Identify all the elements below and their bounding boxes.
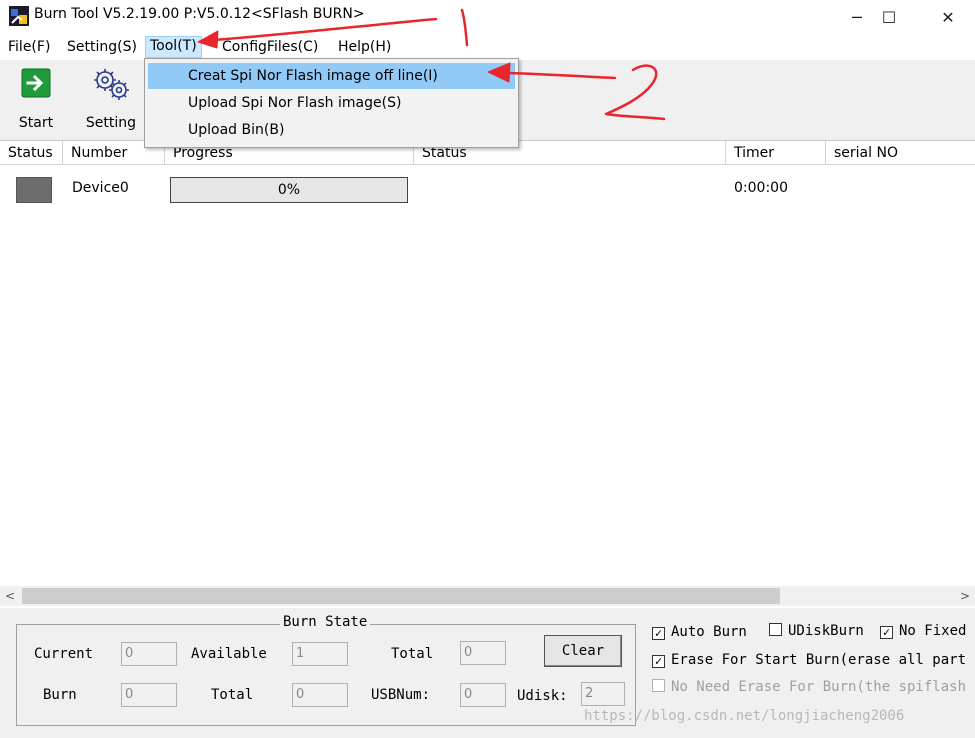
scroll-left-icon[interactable]: < [0, 586, 20, 606]
burn-state-group [16, 624, 636, 726]
menu-bar: File(F) Setting(S) Tool(T) ConfigFiles(C… [0, 34, 975, 60]
table-row[interactable]: Device0 0% 0:00:00 [0, 165, 975, 205]
no-need-erase-checkbox: No Need Erase For Burn(the spiflash [652, 679, 966, 695]
udisk-burn-label: UDiskBurn [788, 623, 864, 639]
available-label: Available [191, 646, 267, 662]
setting-button[interactable]: Setting [76, 60, 146, 140]
device-timer: 0:00:00 [734, 180, 788, 196]
auto-burn-label: Auto Burn [671, 624, 747, 640]
device-status-indicator [16, 177, 52, 203]
no-fixed-label: No Fixed [899, 623, 967, 639]
burn-state-title: Burn State [280, 614, 371, 630]
scroll-thumb[interactable] [22, 588, 780, 604]
usbnum-field: 0 [460, 683, 506, 707]
menu-item-upload-bin[interactable]: Upload Bin(B) [148, 117, 515, 143]
usbnum-label: USBNum: [371, 687, 431, 703]
close-icon: ✕ [941, 7, 955, 27]
available-field: 1 [292, 642, 348, 666]
udisk-field: 2 [581, 682, 625, 706]
current-label: Current [34, 646, 94, 662]
column-header-timer[interactable]: Timer [726, 141, 826, 165]
scroll-right-icon[interactable]: > [955, 586, 975, 606]
maximize-button[interactable]: ☐ [866, 0, 912, 34]
column-header-status[interactable]: Status [0, 141, 63, 165]
column-header-serial-no[interactable]: serial NO [826, 141, 975, 165]
menu-setting[interactable]: Setting(S) [63, 38, 141, 60]
current-field: 0 [121, 642, 177, 666]
burn-label: Burn [43, 687, 77, 703]
start-icon [21, 68, 51, 98]
menu-configfiles[interactable]: ConfigFiles(C) [218, 38, 322, 60]
window-title: Burn Tool V5.2.19.00 P:V5.0.12<SFlash BU… [34, 6, 365, 22]
horizontal-scrollbar[interactable]: < > [0, 586, 975, 606]
app-icon [9, 6, 29, 26]
start-label: Start [18, 115, 54, 131]
maximize-icon: ☐ [881, 7, 897, 27]
device-progress-bar: 0% [170, 177, 408, 203]
total-field: 0 [460, 641, 506, 665]
setting-label: Setting [85, 115, 137, 131]
no-fixed-checkbox[interactable]: ✓ No Fixed [880, 623, 966, 639]
watermark: https://blog.csdn.net/longjiacheng2006 [584, 708, 905, 724]
device-number: Device0 [72, 180, 129, 196]
total2-field: 0 [292, 683, 348, 707]
udisk-burn-checkbox[interactable]: UDiskBurn [769, 623, 864, 639]
burn-field: 0 [121, 683, 177, 707]
checkmark-icon: ✓ [880, 626, 893, 639]
checkmark-icon: ✓ [652, 655, 665, 668]
start-button[interactable]: Start [1, 60, 71, 140]
progress-text: 0% [277, 182, 301, 198]
minimize-icon: ─ [852, 7, 862, 27]
no-need-erase-label: No Need Erase For Burn(the spiflash [671, 679, 967, 695]
menu-file[interactable]: File(F) [4, 38, 54, 60]
gear-icon [94, 69, 129, 100]
checkbox-empty-icon [769, 623, 782, 636]
menu-tool[interactable]: Tool(T) [145, 36, 202, 58]
total2-label: Total [211, 687, 254, 703]
device-list: Status Number Progress Status Timer seri… [0, 140, 975, 608]
menu-item-upload-spi-nor-image[interactable]: Upload Spi Nor Flash image(S) [148, 90, 515, 116]
clear-button[interactable]: Clear [544, 635, 622, 667]
erase-label: Erase For Start Burn(erase all part [671, 652, 967, 668]
total-label: Total [391, 646, 434, 662]
title-bar: Burn Tool V5.2.19.00 P:V5.0.12<SFlash BU… [0, 0, 975, 34]
close-button[interactable]: ✕ [925, 0, 971, 34]
menu-item-create-spi-nor-image[interactable]: Creat Spi Nor Flash image off line(I) [148, 63, 515, 89]
erase-checkbox[interactable]: ✓ Erase For Start Burn(erase all part [652, 652, 966, 668]
checkmark-icon: ✓ [652, 627, 665, 640]
udisk-label: Udisk: [517, 688, 568, 704]
tool-dropdown-menu: Creat Spi Nor Flash image off line(I) Up… [144, 58, 519, 148]
auto-burn-checkbox[interactable]: ✓ Auto Burn [652, 624, 747, 640]
menu-help[interactable]: Help(H) [334, 38, 395, 60]
checkbox-empty-icon [652, 679, 665, 692]
